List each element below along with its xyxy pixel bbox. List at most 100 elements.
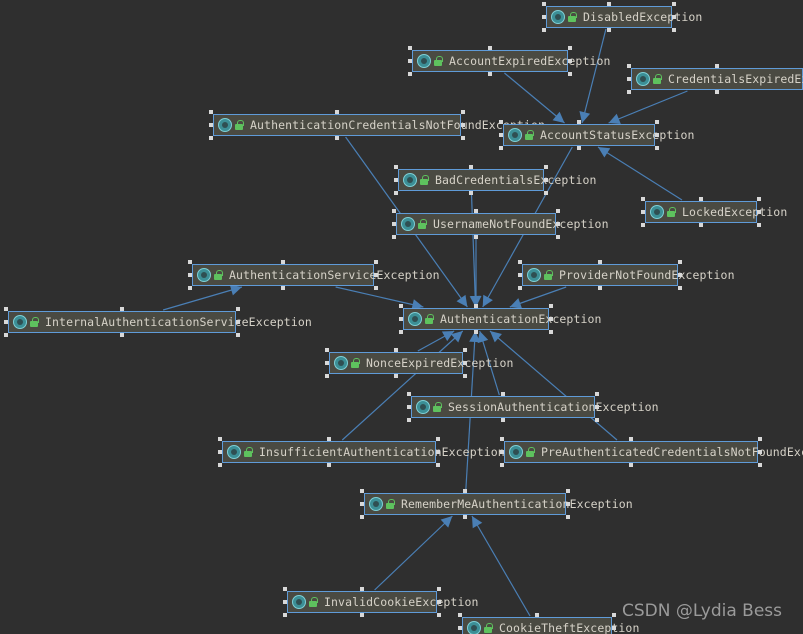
resize-handle-tc[interactable]: [474, 304, 478, 308]
resize-handle-bc[interactable]: [607, 28, 611, 32]
resize-handle-br[interactable]: [463, 374, 467, 378]
resize-handle-tl[interactable]: [283, 587, 287, 591]
class-node-badCredentials[interactable]: BadCredentialsException: [394, 165, 596, 195]
resize-handle-tr[interactable]: [672, 2, 676, 6]
resize-handle-tr[interactable]: [595, 392, 599, 396]
resize-handle-tl[interactable]: [542, 2, 546, 6]
edge-preAuthCredNotFound-to-authentication[interactable]: [489, 330, 618, 441]
resize-handle-bl[interactable]: [500, 463, 504, 467]
uml-diagram-canvas[interactable]: DisabledException AccountExpiredException…: [0, 0, 803, 634]
edge-nonceExpired-to-authentication[interactable]: [417, 330, 455, 352]
edge-invalidCookie-to-rememberMe[interactable]: [374, 515, 453, 591]
resize-handle-ml[interactable]: [407, 405, 411, 409]
resize-handle-br[interactable]: [655, 146, 659, 150]
class-node-authService[interactable]: AuthenticationServiceException: [188, 260, 440, 290]
class-node-disabled[interactable]: DisabledException: [542, 2, 702, 32]
resize-handle-br[interactable]: [436, 463, 440, 467]
resize-handle-ml[interactable]: [4, 320, 8, 324]
resize-handle-tr[interactable]: [655, 120, 659, 124]
resize-handle-ml[interactable]: [188, 273, 192, 277]
resize-handle-bc[interactable]: [120, 333, 124, 337]
resize-handle-br[interactable]: [374, 286, 378, 290]
resize-handle-ml[interactable]: [218, 450, 222, 454]
resize-handle-br[interactable]: [672, 28, 676, 32]
resize-handle-tr[interactable]: [374, 260, 378, 264]
resize-handle-bc[interactable]: [281, 286, 285, 290]
resize-handle-tc[interactable]: [577, 120, 581, 124]
resize-handle-ml[interactable]: [408, 59, 412, 63]
resize-handle-tl[interactable]: [392, 209, 396, 213]
resize-handle-br[interactable]: [437, 613, 441, 617]
resize-handle-bl[interactable]: [283, 613, 287, 617]
resize-handle-bl[interactable]: [499, 146, 503, 150]
resize-handle-tr[interactable]: [461, 110, 465, 114]
resize-handle-tr[interactable]: [556, 209, 560, 213]
resize-handle-bl[interactable]: [627, 90, 631, 94]
resize-handle-tc[interactable]: [327, 437, 331, 441]
resize-handle-tc[interactable]: [463, 489, 467, 493]
class-node-nonceExpired[interactable]: NonceExpiredException: [325, 348, 513, 378]
resize-handle-tl[interactable]: [408, 46, 412, 50]
resize-handle-tc[interactable]: [335, 110, 339, 114]
resize-handle-br[interactable]: [566, 515, 570, 519]
resize-handle-tc[interactable]: [488, 46, 492, 50]
class-node-invalidCookie[interactable]: InvalidCookieException: [283, 587, 478, 617]
resize-handle-tr[interactable]: [678, 260, 682, 264]
edge-internalAuthService-to-authService[interactable]: [162, 284, 243, 311]
resize-handle-tr[interactable]: [236, 307, 240, 311]
resize-handle-bc[interactable]: [699, 223, 703, 227]
resize-handle-br[interactable]: [461, 136, 465, 140]
resize-handle-br[interactable]: [568, 72, 572, 76]
resize-handle-tl[interactable]: [641, 197, 645, 201]
resize-handle-tr[interactable]: [463, 348, 467, 352]
resize-handle-bl[interactable]: [394, 191, 398, 195]
resize-handle-bc[interactable]: [715, 90, 719, 94]
class-node-accountStatus[interactable]: AccountStatusException: [499, 120, 694, 150]
edge-disabled-to-accountStatus[interactable]: [579, 28, 607, 124]
resize-handle-tc[interactable]: [629, 437, 633, 441]
resize-handle-tl[interactable]: [4, 307, 8, 311]
resize-handle-br[interactable]: [678, 286, 682, 290]
resize-handle-tl[interactable]: [360, 489, 364, 493]
resize-handle-bc[interactable]: [327, 463, 331, 467]
resize-handle-ml[interactable]: [458, 626, 462, 630]
resize-handle-tl[interactable]: [325, 348, 329, 352]
class-node-authCredNotFound[interactable]: AuthenticationCredentialsNotFoundExcepti…: [209, 110, 545, 140]
resize-handle-br[interactable]: [595, 418, 599, 422]
resize-handle-tc[interactable]: [501, 392, 505, 396]
resize-handle-tc[interactable]: [469, 165, 473, 169]
resize-handle-bc[interactable]: [394, 374, 398, 378]
edge-locked-to-accountStatus[interactable]: [597, 146, 683, 201]
resize-handle-tr[interactable]: [758, 437, 762, 441]
resize-handle-tr[interactable]: [544, 165, 548, 169]
resize-handle-bc[interactable]: [335, 136, 339, 140]
resize-handle-tl[interactable]: [458, 613, 462, 617]
resize-handle-tc[interactable]: [120, 307, 124, 311]
edge-credentialsExpired-to-accountStatus[interactable]: [608, 90, 688, 124]
resize-handle-bl[interactable]: [218, 463, 222, 467]
class-node-usernameNotFound[interactable]: UsernameNotFoundException: [392, 209, 608, 239]
class-node-cookieTheft[interactable]: CookieTheftException: [458, 613, 639, 634]
edge-authService-to-authentication[interactable]: [335, 286, 424, 310]
resize-handle-bl[interactable]: [408, 72, 412, 76]
resize-handle-tl[interactable]: [627, 64, 631, 68]
resize-handle-bc[interactable]: [474, 330, 478, 334]
resize-handle-bl[interactable]: [542, 28, 546, 32]
class-node-credentialsExpired[interactable]: CredentialsExpiredException: [627, 64, 803, 94]
resize-handle-bc[interactable]: [463, 515, 467, 519]
resize-handle-ml[interactable]: [325, 361, 329, 365]
resize-handle-tc[interactable]: [598, 260, 602, 264]
edge-providerNotFound-to-authentication[interactable]: [509, 286, 567, 309]
class-node-insufficientAuth[interactable]: InsufficientAuthenticationException: [218, 437, 505, 467]
edge-usernameNotFound-to-authentication[interactable]: [470, 236, 482, 307]
class-node-rememberMe[interactable]: RememberMeAuthenticationException: [360, 489, 633, 519]
resize-handle-tr[interactable]: [437, 587, 441, 591]
class-node-sessionAuth[interactable]: SessionAuthenticationException: [407, 392, 659, 422]
resize-handle-tl[interactable]: [218, 437, 222, 441]
resize-handle-ml[interactable]: [360, 502, 364, 506]
resize-handle-tl[interactable]: [399, 304, 403, 308]
resize-handle-tc[interactable]: [474, 209, 478, 213]
resize-handle-tl[interactable]: [518, 260, 522, 264]
resize-handle-tl[interactable]: [407, 392, 411, 396]
resize-handle-bl[interactable]: [641, 223, 645, 227]
